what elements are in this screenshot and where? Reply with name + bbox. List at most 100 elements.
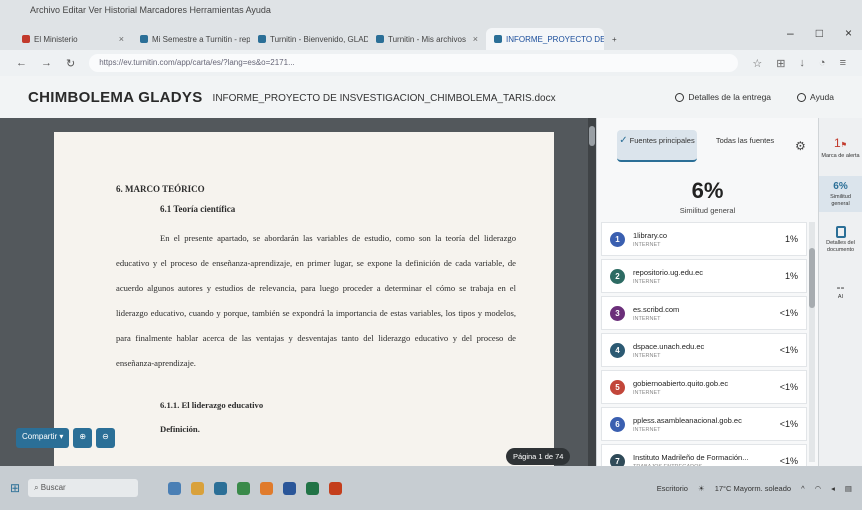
app-header: CHIMBOLEMA GLADYS INFORME_PROYECTO DE IN…	[0, 76, 862, 118]
tab-favicon-icon	[258, 35, 266, 43]
subsection-heading: 6.1 Teoría científica	[160, 204, 236, 214]
source-info: es.scribd.com INTERNET	[633, 305, 772, 322]
task-view-icon[interactable]	[168, 481, 182, 495]
taskbar-search[interactable]: ⌕ Buscar	[28, 479, 139, 497]
gear-icon[interactable]: ⚙	[795, 139, 806, 153]
windows-start-icon[interactable]: ⊞	[10, 481, 20, 495]
minimize-icon[interactable]: –	[787, 26, 794, 40]
tab-all-sources[interactable]: Todas las fuentes	[705, 130, 785, 162]
browser-tab[interactable]: El Ministerio ×	[14, 28, 132, 50]
info-icon	[675, 93, 685, 103]
browser-menubar[interactable]: Archivo Editar Ver Historial Marcadores …	[0, 0, 862, 22]
student-name: CHIMBOLEMA GLADYS	[28, 88, 203, 106]
forward-icon[interactable]: →	[41, 57, 52, 69]
source-list-scrollbar[interactable]	[809, 222, 815, 462]
source-percent: 1%	[784, 271, 798, 281]
source-type: INTERNET	[633, 389, 661, 396]
powerpoint-icon[interactable]	[329, 481, 343, 495]
excel-icon[interactable]	[306, 481, 320, 495]
source-item[interactable]: 1 1library.co INTERNET 1%	[601, 222, 807, 256]
flag-icon: ⚑	[840, 142, 847, 149]
source-domain: es.scribd.com	[633, 304, 680, 314]
tab-label: Mi Semestre a Turnitin - reparo...	[152, 34, 250, 44]
source-domain: ppless.asambleanacional.gob.ec	[633, 415, 742, 425]
source-percent: <1%	[779, 382, 798, 392]
tab-main-sources-label: Fuentes principales	[629, 136, 695, 145]
flags-button[interactable]: 1⚑ Marca de alerta	[819, 118, 862, 164]
similarity-panel: ✓ Fuentes principales Todas las fuentes ⚙…	[596, 118, 818, 510]
chevron-up-icon[interactable]: ^	[801, 484, 805, 493]
ai-value: --	[836, 280, 845, 294]
weather-text[interactable]: 17°C Mayorm. soleado	[715, 484, 791, 493]
similarity-button[interactable]: 6% Similitud general	[819, 176, 862, 212]
url-input[interactable]: https://ev.turnitin.com/app/carta/es/?la…	[89, 54, 739, 72]
account-icon[interactable]: ◔	[819, 57, 826, 70]
browser-tab[interactable]: Mi Semestre a Turnitin - reparo...×	[132, 28, 250, 50]
browser-tab[interactable]: Turnitin - Bienvenido, GLADYS...×	[250, 28, 368, 50]
firefox-icon[interactable]	[260, 481, 274, 495]
zoom-out-button[interactable]: ⊖	[96, 428, 115, 448]
new-tab-button[interactable]: +	[604, 28, 628, 50]
tab-main-sources[interactable]: ✓ Fuentes principales	[617, 130, 697, 162]
file-explorer-icon[interactable]	[191, 481, 205, 495]
bookmark-star-icon[interactable]: ☆	[752, 57, 762, 70]
browser-tab-active[interactable]: INFORME_PROYECTO DE INVE...×	[486, 28, 604, 50]
source-item[interactable]: 2 repositorio.ug.edu.ec INTERNET 1%	[601, 259, 807, 293]
details-label: Detalles del documento	[826, 240, 855, 253]
source-type: INTERNET	[633, 278, 661, 285]
address-bar: ← → ↻ https://ev.turnitin.com/app/carta/…	[0, 50, 862, 76]
ai-button[interactable]: -- AI	[819, 276, 862, 305]
source-type: INTERNET	[633, 352, 661, 359]
subsection-title: 6.1.1. El liderazgo educativo	[160, 400, 264, 410]
source-percent: <1%	[779, 456, 798, 466]
source-domain: dspace.unach.edu.ec	[633, 341, 705, 351]
document-viewer[interactable]: 6. MARCO TEÓRICO 6.1 Teoría científica E…	[0, 118, 592, 466]
zoom-in-button[interactable]: ⊕	[73, 428, 93, 448]
scroll-thumb[interactable]	[589, 126, 595, 146]
wifi-icon[interactable]: ◠	[815, 484, 822, 493]
chrome-icon[interactable]	[237, 481, 251, 495]
source-domain: Instituto Madrileño de Formación...	[633, 452, 749, 462]
close-tab-icon[interactable]: ×	[119, 34, 124, 44]
source-info: gobiernoabierto.quito.gob.ec INTERNET	[633, 379, 772, 396]
reload-icon[interactable]: ↻	[66, 57, 75, 70]
extensions-icon[interactable]: ⊞	[776, 57, 785, 70]
document-details-button[interactable]: Detalles del documento	[819, 222, 862, 258]
maximize-icon[interactable]: □	[816, 26, 823, 40]
delivery-details-label: Detalles de la entrega	[688, 91, 772, 102]
document-scrollbar[interactable]	[588, 118, 596, 466]
similarity-value: 6%	[833, 181, 848, 192]
desktop-label[interactable]: Escritorio	[657, 484, 688, 493]
source-type: INTERNET	[633, 315, 661, 322]
source-number-badge: 5	[610, 379, 625, 395]
ai-label: AI	[837, 294, 844, 300]
source-info: dspace.unach.edu.ec INTERNET	[633, 342, 772, 359]
scroll-thumb[interactable]	[809, 248, 815, 308]
word-icon[interactable]	[283, 481, 297, 495]
volume-icon[interactable]: ◂	[831, 484, 835, 493]
tab-favicon-icon	[376, 35, 384, 43]
source-item[interactable]: 5 gobiernoabierto.quito.gob.ec INTERNET <1%	[601, 370, 807, 404]
document-icon	[835, 226, 846, 238]
menu-icon[interactable]: ≡	[840, 57, 846, 70]
source-type: INTERNET	[633, 426, 661, 433]
back-icon[interactable]: ←	[16, 57, 27, 69]
help-link[interactable]: Ayuda	[797, 92, 834, 103]
close-tab-icon[interactable]: ×	[473, 34, 478, 44]
source-item[interactable]: 6 ppless.asambleanacional.gob.ec INTERNET <…	[601, 407, 807, 441]
edge-icon[interactable]	[214, 481, 228, 495]
source-item[interactable]: 3 es.scribd.com INTERNET <1%	[601, 296, 807, 330]
download-icon[interactable]: ↓	[799, 57, 805, 70]
source-number-badge: 3	[610, 305, 625, 321]
source-info: 1library.co INTERNET	[633, 231, 777, 248]
source-type: INTERNET	[633, 241, 661, 248]
header-actions: Detalles de la entrega Ayuda	[675, 91, 834, 103]
share-button[interactable]: Compartir ▾	[16, 428, 70, 448]
source-info: repositorio.ug.edu.ec INTERNET	[633, 268, 777, 285]
close-window-icon[interactable]: ×	[845, 26, 852, 40]
source-domain: 1library.co	[633, 230, 668, 240]
browser-tab[interactable]: Turnitin - Mis archivos ×	[368, 28, 486, 50]
delivery-details-link[interactable]: Detalles de la entrega	[675, 91, 772, 103]
notification-icon[interactable]: ▤	[845, 484, 852, 493]
source-item[interactable]: 4 dspace.unach.edu.ec INTERNET <1%	[601, 333, 807, 367]
